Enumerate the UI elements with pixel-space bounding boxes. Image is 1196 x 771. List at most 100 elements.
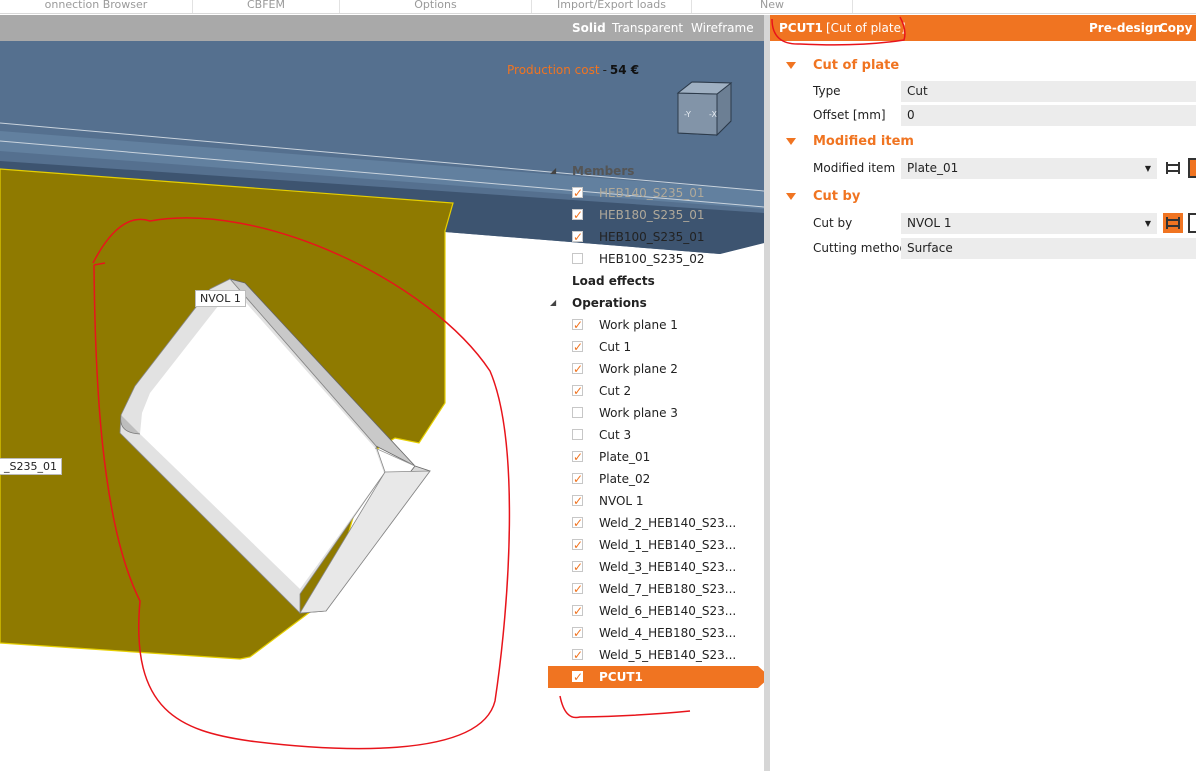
visibility-checkbox[interactable]	[572, 429, 583, 440]
cut-by-select[interactable]: NVOL 1 ▼	[901, 213, 1157, 234]
tree-item[interactable]: Cut 2	[548, 380, 758, 402]
tree-item[interactable]: Plate_02	[548, 468, 758, 490]
tree-item-label: Weld_7_HEB180_S23...	[599, 582, 737, 596]
tree-item[interactable]: PCUT1	[548, 666, 764, 688]
visibility-checkbox[interactable]	[572, 253, 583, 264]
cutting-method-label: Cutting method	[813, 241, 908, 255]
cut-by-label: Cut by	[813, 216, 853, 230]
visibility-checkbox[interactable]	[572, 407, 583, 418]
view-mode-toolbar: Solid Transparent Wireframe	[0, 15, 764, 41]
visibility-checkbox[interactable]	[572, 666, 583, 688]
tree-item[interactable]: Weld_5_HEB140_S23...	[548, 644, 758, 666]
visibility-checkbox[interactable]	[572, 622, 583, 644]
visibility-checkbox[interactable]	[572, 336, 583, 358]
visibility-checkbox[interactable]	[572, 446, 583, 468]
visibility-checkbox[interactable]	[572, 226, 583, 248]
visibility-checkbox[interactable]	[572, 512, 583, 534]
member-label[interactable]: _S235_01	[0, 458, 62, 475]
3d-viewport[interactable]: Solid Transparent Wireframe -Y -X Produc…	[0, 15, 764, 771]
menu-item[interactable]: New	[692, 0, 853, 13]
wireframe-mode-button[interactable]: Wireframe	[691, 21, 754, 35]
modified-item-select[interactable]: Plate_01 ▼	[901, 158, 1157, 179]
tree-item[interactable]: Plate_01	[548, 446, 758, 468]
properties-panel: PCUT1 [Cut of plate] Pre-design Copy Cut…	[770, 15, 1196, 771]
chevron-down-icon: ▼	[1144, 219, 1151, 228]
section-modified-item[interactable]: Modified item	[770, 131, 1196, 153]
tree-item[interactable]: Work plane 1	[548, 314, 758, 336]
tree-item-label: HEB100_S235_02	[599, 252, 705, 266]
cut-by-row: Cut by NVOL 1 ▼	[770, 212, 1196, 234]
pick-in-scene-icon[interactable]	[1188, 158, 1196, 178]
cutting-method-field[interactable]: Surface	[901, 238, 1196, 259]
tree-item-label: Cut 3	[599, 428, 632, 442]
tree-item[interactable]: Cut 3	[548, 424, 758, 446]
chevron-down-icon: ▼	[1144, 164, 1151, 173]
visibility-checkbox[interactable]	[572, 578, 583, 600]
menu-item[interactable]: onnection Browser	[0, 0, 193, 13]
section-cut-by[interactable]: Cut by	[770, 186, 1196, 208]
pick-member-icon[interactable]	[1163, 158, 1183, 178]
tree-item[interactable]: HEB100_S235_02	[548, 248, 758, 270]
modified-item-row: Modified item Plate_01 ▼	[770, 157, 1196, 179]
collapse-arrow-icon[interactable]: ◢	[550, 160, 556, 182]
tree-item-label: HEB140_S235_01	[599, 186, 705, 200]
type-field[interactable]: Cut	[901, 81, 1196, 102]
solid-mode-button[interactable]: Solid	[572, 21, 606, 35]
tree-item-label: Plate_02	[599, 472, 651, 486]
visibility-checkbox[interactable]	[572, 380, 583, 402]
visibility-checkbox[interactable]	[572, 556, 583, 578]
visibility-checkbox[interactable]	[572, 314, 583, 336]
tree-item[interactable]: Work plane 3	[548, 402, 758, 424]
section-collapse-icon[interactable]	[786, 62, 796, 69]
tree-item-label: Work plane 1	[599, 318, 678, 332]
nvol-label[interactable]: NVOL 1	[195, 290, 246, 307]
tree-item[interactable]: Weld_3_HEB140_S23...	[548, 556, 758, 578]
tree-item-label: Weld_6_HEB140_S23...	[599, 604, 737, 618]
orientation-cube[interactable]: -Y -X	[676, 81, 733, 137]
pick-in-scene-icon[interactable]	[1188, 213, 1196, 233]
tree-item[interactable]: Weld_6_HEB140_S23...	[548, 600, 758, 622]
tree-group-load-effects[interactable]: Load effects	[548, 270, 758, 292]
visibility-checkbox[interactable]	[572, 600, 583, 622]
svg-text:-Y: -Y	[684, 110, 691, 119]
tree-item[interactable]: HEB180_S235_01	[548, 204, 758, 226]
visibility-checkbox[interactable]	[572, 358, 583, 380]
visibility-checkbox[interactable]	[572, 468, 583, 490]
tree-item-label: Work plane 3	[599, 406, 678, 420]
tree-item-label: Work plane 2	[599, 362, 678, 376]
visibility-checkbox[interactable]	[572, 644, 583, 666]
section-cut-of-plate[interactable]: Cut of plate	[770, 55, 1196, 77]
menu-item[interactable]: Options	[340, 0, 532, 13]
tree-group-members[interactable]: ◢ Members	[548, 160, 758, 182]
tree-item-label: NVOL 1	[599, 494, 644, 508]
tree-item-label: HEB180_S235_01	[599, 208, 705, 222]
section-collapse-icon[interactable]	[786, 138, 796, 145]
transparent-mode-button[interactable]: Transparent	[612, 21, 683, 35]
tree-item[interactable]: NVOL 1	[548, 490, 758, 512]
tree-item[interactable]: HEB100_S235_01	[548, 226, 758, 248]
offset-field[interactable]: 0	[901, 105, 1196, 126]
tree-item[interactable]: Work plane 2	[548, 358, 758, 380]
tree-item[interactable]: Cut 1	[548, 336, 758, 358]
type-label: Type	[813, 84, 841, 98]
tree-item-label: Cut 1	[599, 340, 632, 354]
svg-text:-X: -X	[709, 110, 717, 119]
tree-group-operations[interactable]: ◢ Operations	[548, 292, 758, 314]
menu-item[interactable]: Import/Export loads	[532, 0, 692, 13]
tree-item[interactable]: Weld_7_HEB180_S23...	[548, 578, 758, 600]
section-collapse-icon[interactable]	[786, 193, 796, 200]
collapse-arrow-icon[interactable]: ◢	[550, 292, 556, 314]
tree-item[interactable]: HEB140_S235_01	[548, 182, 758, 204]
tree-item-label: Weld_2_HEB140_S23...	[599, 516, 737, 530]
tree-item[interactable]: Weld_4_HEB180_S23...	[548, 622, 758, 644]
tree-item[interactable]: Weld_1_HEB140_S23...	[548, 534, 758, 556]
visibility-checkbox[interactable]	[572, 204, 583, 226]
tree-item-label: Plate_01	[599, 450, 651, 464]
menu-item[interactable]: CBFEM	[193, 0, 340, 13]
tree-item[interactable]: Weld_2_HEB140_S23...	[548, 512, 758, 534]
top-menu: onnection Browser CBFEM Options Import/Expo…	[0, 0, 1196, 14]
visibility-checkbox[interactable]	[572, 182, 583, 204]
visibility-checkbox[interactable]	[572, 534, 583, 556]
pick-member-icon[interactable]	[1163, 213, 1183, 233]
visibility-checkbox[interactable]	[572, 490, 583, 512]
